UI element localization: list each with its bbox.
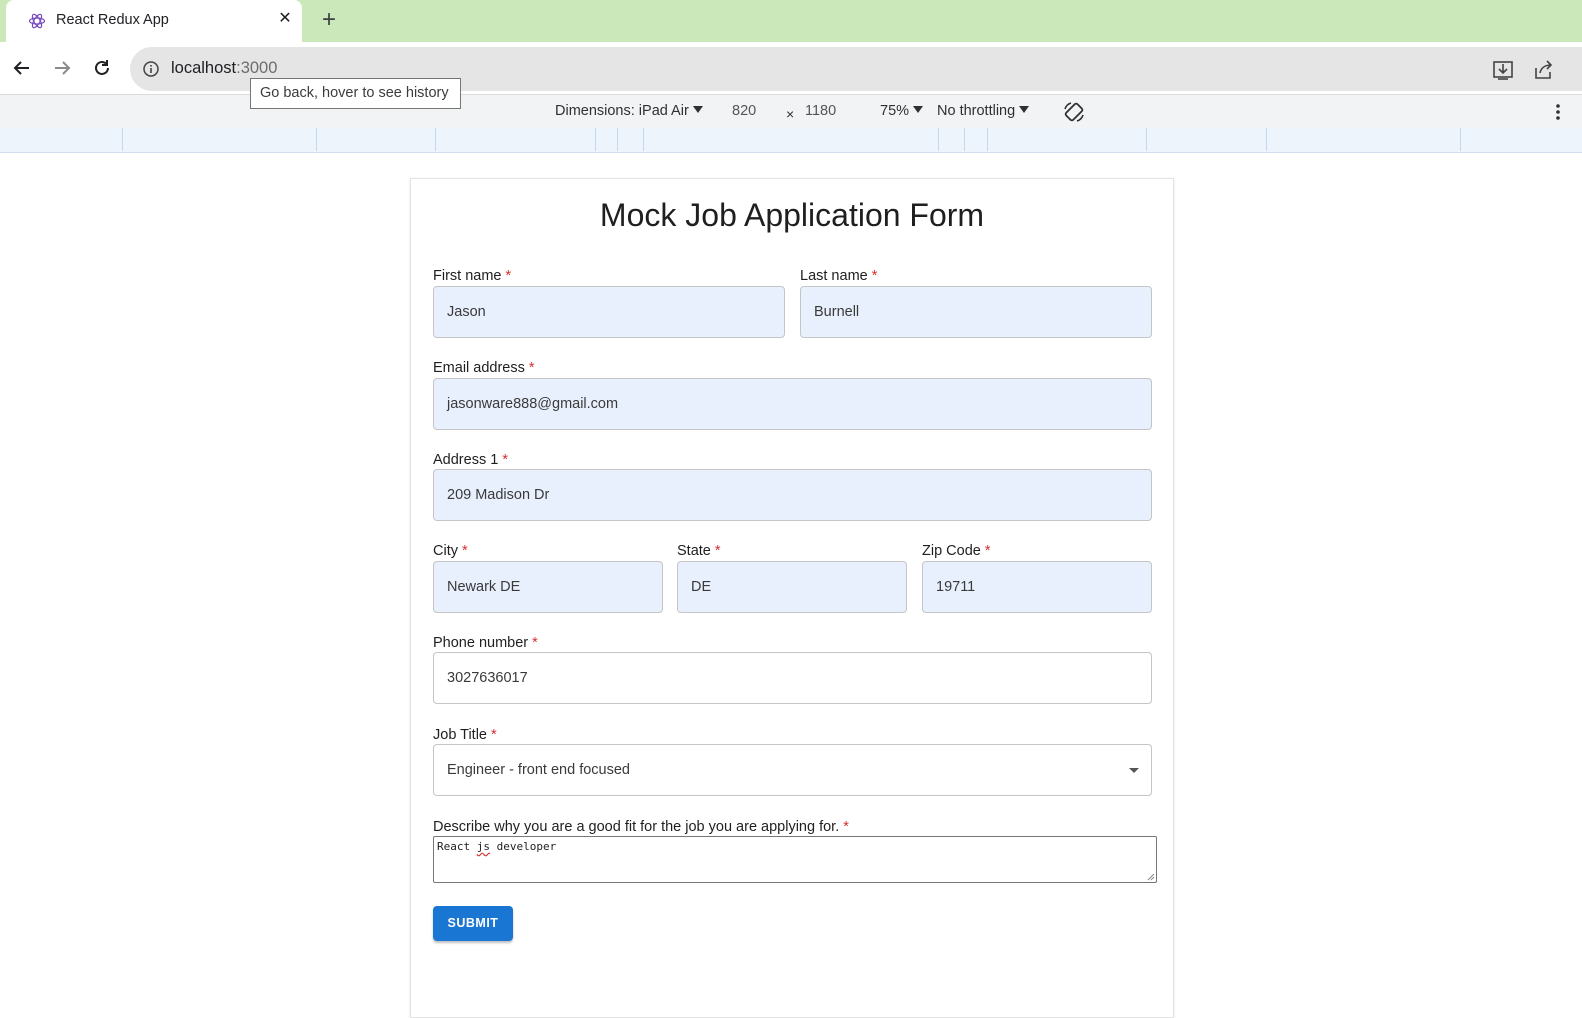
media-query-marker[interactable]	[1266, 128, 1267, 151]
browser-tab[interactable]: React Redux App ✕	[6, 0, 302, 42]
dropdown-caret-icon	[913, 106, 924, 113]
first-name-field[interactable]: Jason	[433, 286, 785, 338]
url-text[interactable]: localhost:3000	[171, 59, 277, 78]
city-label: City *	[433, 543, 468, 559]
state-field[interactable]: DE	[677, 561, 907, 613]
zoom-select[interactable]: 75%	[880, 103, 924, 119]
state-label: State *	[677, 543, 721, 559]
install-app-icon[interactable]	[1492, 59, 1514, 81]
tab-strip: React Redux App ✕ +	[0, 0, 1582, 42]
rotate-icon[interactable]	[1062, 100, 1086, 124]
last-name-field[interactable]: Burnell	[800, 286, 1152, 338]
describe-label: Describe why you are a good fit for the …	[433, 819, 849, 835]
browser-toolbar: localhost:3000	[0, 42, 1582, 94]
media-query-marker[interactable]	[643, 128, 644, 151]
email-field[interactable]: jasonware888@gmail.com	[433, 378, 1152, 430]
first-name-label: First name *	[433, 268, 512, 284]
last-name-label: Last name *	[800, 268, 878, 284]
media-query-marker[interactable]	[1146, 128, 1147, 151]
form-title: Mock Job Application Form	[599, 197, 985, 233]
back-arrow-icon[interactable]	[10, 56, 34, 80]
react-logo-icon	[28, 13, 46, 29]
media-query-marker[interactable]	[1460, 128, 1461, 151]
spellcheck-word: js	[476, 840, 490, 853]
application-form: Mock Job Application Form First name * J…	[410, 178, 1174, 1018]
media-query-marker[interactable]	[938, 128, 939, 151]
dimensions-select[interactable]: Dimensions: iPad Air	[555, 103, 703, 119]
email-label: Email address *	[433, 360, 535, 376]
city-field[interactable]: Newark DE	[433, 561, 663, 613]
chevron-down-icon	[1129, 768, 1139, 773]
media-query-bar[interactable]	[0, 128, 1582, 153]
forward-arrow-icon[interactable]	[50, 56, 74, 80]
height-input[interactable]: 1180	[805, 103, 836, 119]
submit-button[interactable]: SUBMIT	[433, 906, 513, 941]
media-query-marker[interactable]	[122, 128, 123, 151]
job-title-label: Job Title *	[433, 727, 497, 743]
address1-label: Address 1 *	[433, 452, 508, 468]
reload-icon[interactable]	[90, 56, 114, 80]
dropdown-caret-icon	[1019, 106, 1030, 113]
zip-label: Zip Code *	[922, 543, 991, 559]
media-query-marker[interactable]	[595, 128, 596, 151]
media-query-marker[interactable]	[435, 128, 436, 151]
new-tab-icon[interactable]: +	[316, 8, 342, 34]
phone-label: Phone number *	[433, 635, 538, 651]
media-query-marker[interactable]	[964, 128, 965, 151]
tab-title: React Redux App	[56, 12, 169, 28]
resize-handle-icon[interactable]	[1147, 873, 1155, 881]
back-tooltip: Go back, hover to see history	[250, 78, 461, 109]
media-query-marker[interactable]	[316, 128, 317, 151]
job-title-value: Engineer - front end focused	[447, 762, 630, 778]
device-toolbar: Dimensions: iPad Air 820 × 1180 75% No t…	[0, 94, 1582, 128]
media-query-marker[interactable]	[987, 128, 988, 151]
job-title-select[interactable]: Engineer - front end focused	[433, 744, 1152, 796]
width-input[interactable]: 820	[732, 103, 756, 119]
throttling-select[interactable]: No throttling	[937, 103, 1030, 119]
phone-field[interactable]: 3027636017	[433, 652, 1152, 704]
media-query-marker[interactable]	[617, 128, 618, 151]
times-icon: ×	[786, 106, 795, 122]
dropdown-caret-icon	[692, 106, 703, 113]
more-options-icon[interactable]	[1552, 101, 1564, 123]
describe-textarea[interactable]: React js developer	[433, 836, 1157, 883]
address1-field[interactable]: 209 Madison Dr	[433, 469, 1152, 521]
zip-field[interactable]: 19711	[922, 561, 1152, 613]
site-info-icon[interactable]	[142, 60, 160, 78]
share-icon[interactable]	[1532, 59, 1554, 81]
close-tab-icon[interactable]: ✕	[274, 8, 296, 30]
page-viewport: Mock Job Application Form First name * J…	[0, 154, 1582, 1018]
